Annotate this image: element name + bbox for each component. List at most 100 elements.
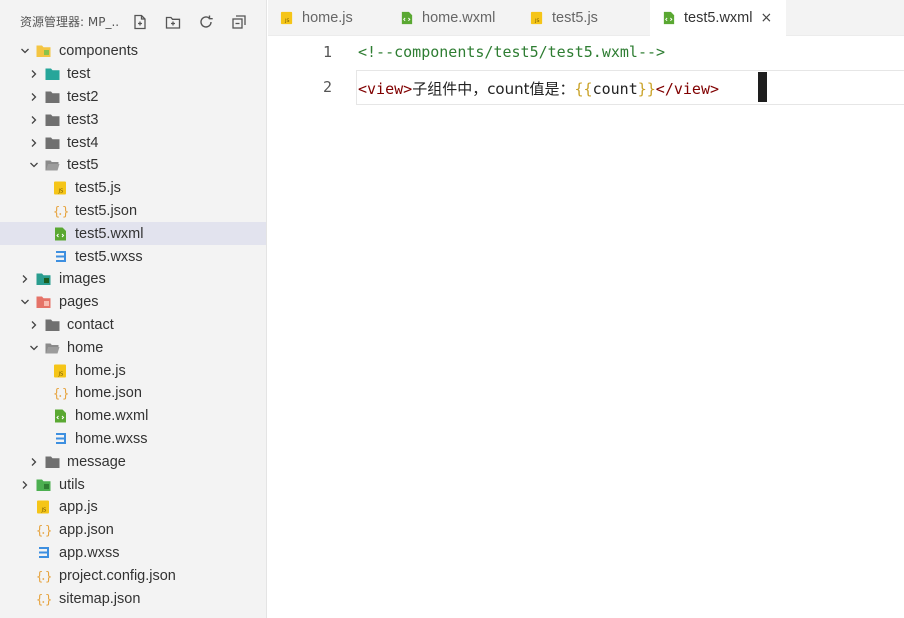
close-tag: </view> <box>655 80 720 98</box>
folder-icon <box>45 455 60 469</box>
folder-icon <box>36 272 51 286</box>
svg-text:}: } <box>62 387 68 401</box>
chevron-right-icon[interactable] <box>29 138 39 148</box>
tree-item-label: test <box>67 66 91 83</box>
chevron-down-icon[interactable] <box>20 297 30 307</box>
tree-item-label: contact <box>67 316 114 333</box>
folder-icon <box>45 318 60 332</box>
collapse-all-icon[interactable] <box>229 12 248 31</box>
chevron-down-icon[interactable] <box>29 343 39 353</box>
tree-item-home-wxml[interactable]: home.wxml <box>0 405 266 428</box>
tree-item-pages[interactable]: pages <box>0 291 266 314</box>
tree-item-home-wxss[interactable]: home.wxss <box>0 428 266 451</box>
tree-item-label: pages <box>59 294 99 311</box>
tree-item-contact[interactable]: contact <box>0 314 266 337</box>
tree-item-app-json[interactable]: {} app.json <box>0 519 266 542</box>
tree-item-app-wxss[interactable]: app.wxss <box>0 542 266 565</box>
tab-home-js[interactable]: JS home.js <box>268 0 388 36</box>
js-file-icon: JS <box>53 364 68 378</box>
tree-item-test5-wxml[interactable]: test5.wxml <box>0 222 266 246</box>
tab-label: home.wxml <box>422 10 496 26</box>
tree-item-label: test2 <box>67 88 99 105</box>
tab-test5-js[interactable]: JS test5.js <box>518 0 650 36</box>
code-editor[interactable]: 1 2 <!--components/test5/test5.wxml--> <… <box>268 36 904 618</box>
tree-item-components[interactable]: components <box>0 40 266 63</box>
new-folder-icon[interactable] <box>163 12 182 31</box>
tree-item-test4[interactable]: test4 <box>0 131 266 154</box>
chevron-down-icon[interactable] <box>29 160 39 170</box>
tree-item-label: utils <box>59 476 85 493</box>
tree-item-images[interactable]: images <box>0 268 266 291</box>
svg-text:{: { <box>36 592 43 606</box>
chevron-right-icon[interactable] <box>29 320 39 330</box>
chevron-right-icon[interactable] <box>29 69 39 79</box>
tree-item-label: app.js <box>59 499 98 516</box>
tree-item-label: test4 <box>67 134 99 151</box>
tree-item-test5-json[interactable]: {} test5.json <box>0 200 266 223</box>
json-file-icon: {} <box>53 204 68 218</box>
svg-text:}: } <box>45 569 51 583</box>
tree-item-label: test5 <box>67 157 99 174</box>
js-file-icon: JS <box>280 11 294 25</box>
tree-item-project-config-json[interactable]: {} project.config.json <box>0 564 266 587</box>
folder-open-icon <box>45 341 60 355</box>
file-tree: components test test2 test3 test4 test5 JS test… <box>0 40 266 610</box>
chevron-right-icon[interactable] <box>20 274 30 284</box>
refresh-icon[interactable] <box>196 12 215 31</box>
svg-text:}: } <box>45 524 51 538</box>
tree-item-label: message <box>67 453 126 470</box>
tree-item-label: app.json <box>59 522 114 539</box>
folder-icon <box>36 478 51 492</box>
binding-variable: count <box>592 80 638 98</box>
tree-item-sitemap-json[interactable]: {} sitemap.json <box>0 587 266 610</box>
js-file-icon: JS <box>53 181 68 195</box>
folder-icon <box>45 113 60 127</box>
text-cursor <box>758 72 767 102</box>
tree-item-label: sitemap.json <box>59 590 141 607</box>
tree-item-test5[interactable]: test5 <box>0 154 266 177</box>
explorer-sidebar: 资源管理器: MP_... components test test2 test3 te… <box>0 0 267 618</box>
tree-item-label: app.wxss <box>59 544 120 561</box>
tab-label: test5.js <box>552 10 598 26</box>
chevron-right-icon[interactable] <box>29 457 39 467</box>
tree-item-test5-js[interactable]: JS test5.js <box>0 177 266 200</box>
tree-item-label: home.wxml <box>75 408 149 425</box>
tab-test5-wxml[interactable]: test5.wxml × <box>650 0 786 36</box>
tree-item-label: test5.wxml <box>75 225 144 242</box>
brace-open: {{ <box>574 80 593 98</box>
close-icon[interactable]: × <box>761 10 773 26</box>
code-line-1[interactable]: <!--components/test5/test5.wxml--> <box>358 43 665 61</box>
chevron-right-icon[interactable] <box>29 92 39 102</box>
json-file-icon: {} <box>36 523 51 538</box>
tree-item-home-json[interactable]: {} home.json <box>0 382 266 405</box>
new-file-icon[interactable] <box>130 12 149 31</box>
explorer-title: 资源管理器: MP_... <box>20 14 120 29</box>
tree-item-test[interactable]: test <box>0 63 266 86</box>
tree-item-message[interactable]: message <box>0 450 266 473</box>
wxml-file-icon <box>400 11 414 25</box>
svg-text:{: { <box>53 387 60 401</box>
svg-text:{: { <box>36 524 43 538</box>
svg-text:JS: JS <box>58 371 64 377</box>
chevron-right-icon[interactable] <box>29 115 39 125</box>
svg-text:}: } <box>45 592 51 606</box>
tree-item-test5-wxss[interactable]: test5.wxss <box>0 245 266 268</box>
folder-icon <box>36 44 51 58</box>
tree-item-test3[interactable]: test3 <box>0 108 266 131</box>
tree-item-app-js[interactable]: JS app.js <box>0 496 266 519</box>
tree-item-home-js[interactable]: JS home.js <box>0 359 266 382</box>
chevron-right-icon[interactable] <box>20 480 30 490</box>
tree-item-utils[interactable]: utils <box>0 473 266 496</box>
explorer-actions <box>130 12 248 31</box>
code-line-2[interactable]: <view>子组件中，count值是：{{count}}</view> <box>358 78 719 99</box>
tree-item-label: home.wxss <box>75 430 148 447</box>
wxml-file-icon <box>53 409 68 423</box>
wxml-file-icon <box>53 227 68 241</box>
tree-item-label: test5.js <box>75 180 121 197</box>
tree-item-test2[interactable]: test2 <box>0 86 266 109</box>
chevron-down-icon[interactable] <box>20 46 30 56</box>
tree-item-label: components <box>59 43 138 60</box>
tab-home-wxml[interactable]: home.wxml <box>388 0 518 36</box>
tree-item-label: home <box>67 339 104 356</box>
tree-item-home[interactable]: home <box>0 336 266 359</box>
